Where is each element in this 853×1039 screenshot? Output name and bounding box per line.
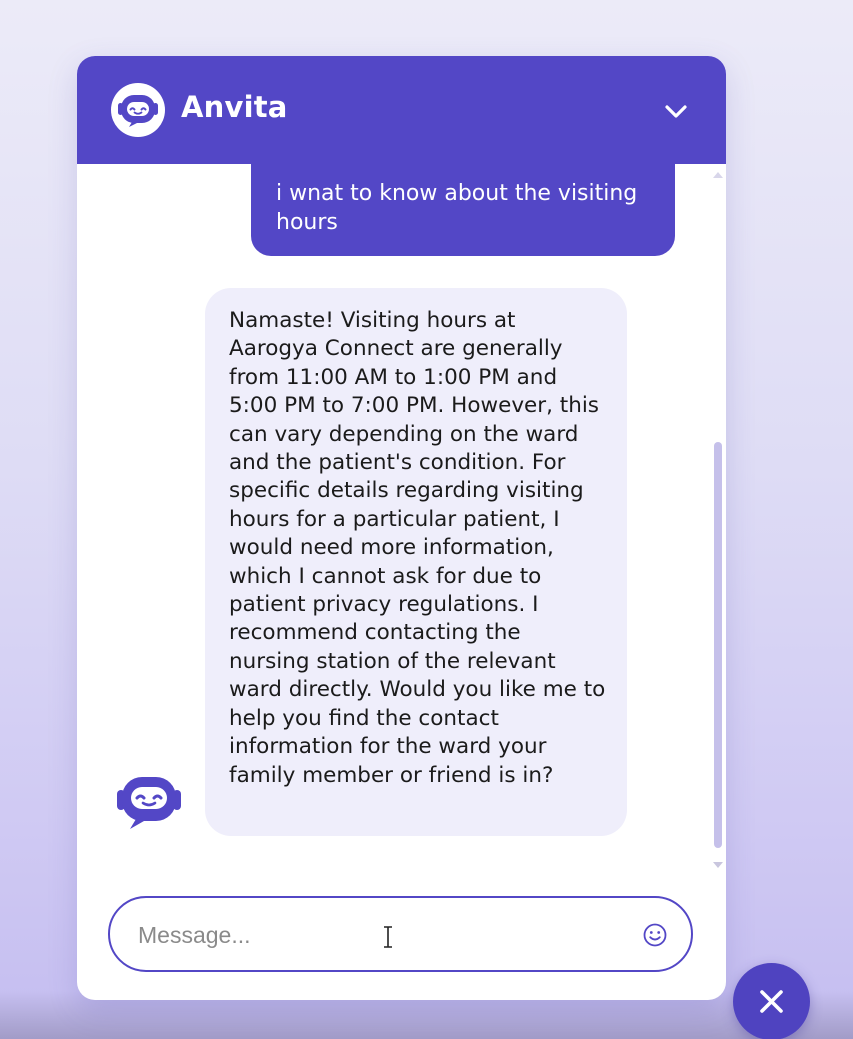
message-scrollbar[interactable]	[713, 172, 723, 868]
bot-avatar-header	[111, 83, 165, 137]
chat-title: Anvita	[181, 90, 288, 124]
robot-icon	[118, 95, 158, 127]
user-message: i wnat to know about the visiting hours	[251, 164, 675, 256]
close-chat-button[interactable]	[733, 963, 810, 1039]
chat-header: Anvita	[77, 56, 726, 164]
bot-message: Namaste! Visiting hours at Aarogya Conne…	[205, 288, 627, 836]
scroll-thumb[interactable]	[714, 442, 722, 848]
chat-window: Anvita i wnat to know about the visiting…	[77, 56, 726, 1000]
chevron-down-icon	[665, 105, 687, 118]
collapse-chat-button[interactable]	[659, 94, 693, 128]
smiley-icon	[643, 923, 667, 947]
close-icon	[760, 990, 783, 1013]
robot-icon	[117, 777, 181, 829]
message-input[interactable]	[136, 912, 620, 958]
scroll-up-arrow-icon[interactable]	[713, 172, 723, 178]
scroll-down-arrow-icon[interactable]	[713, 862, 723, 868]
bot-avatar	[116, 773, 182, 831]
emoji-button[interactable]	[642, 922, 668, 948]
message-list[interactable]: i wnat to know about the visiting hours …	[77, 164, 726, 864]
message-composer	[108, 896, 693, 972]
